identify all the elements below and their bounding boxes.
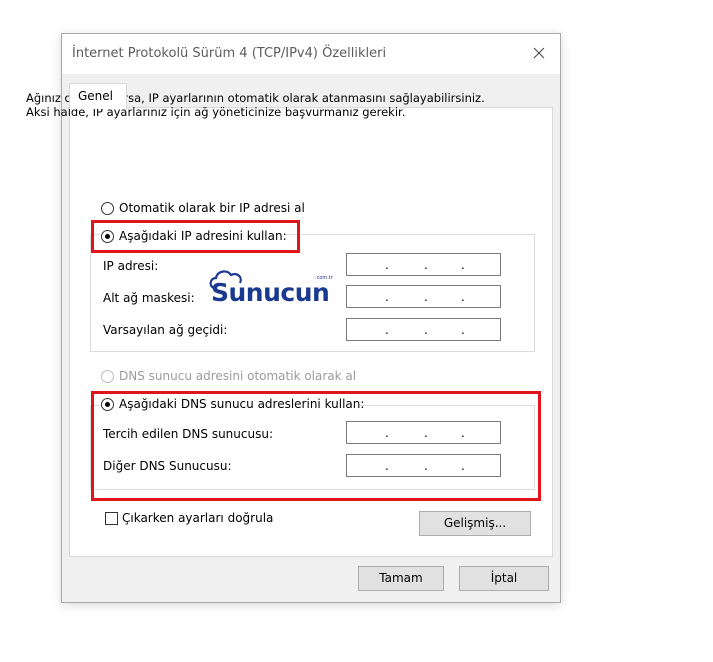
subnet-mask-field[interactable]: . . . bbox=[346, 285, 501, 308]
ip-separator: . bbox=[424, 323, 428, 337]
tab-general-label: Genel bbox=[78, 89, 114, 103]
ip-auto-label: Otomatik olarak bir IP adresi al bbox=[119, 201, 305, 215]
dns-auto-radio[interactable] bbox=[101, 370, 114, 383]
validate-checkbox[interactable] bbox=[105, 512, 118, 525]
close-icon[interactable] bbox=[530, 44, 548, 62]
tab-general[interactable]: Genel bbox=[69, 83, 127, 109]
advanced-button[interactable]: Gelişmiş... bbox=[419, 511, 531, 536]
subnet-mask-label: Alt ağ maskesi: bbox=[103, 291, 195, 305]
default-gateway-label: Varsayılan ağ geçidi: bbox=[103, 323, 228, 337]
ip-separator: . bbox=[385, 258, 389, 272]
dialog-title: İnternet Protokolü Sürüm 4 (TCP/IPv4) Öz… bbox=[72, 46, 387, 61]
default-gateway-field[interactable]: . . . bbox=[346, 318, 501, 341]
ip-auto-radio[interactable] bbox=[101, 202, 114, 215]
title-bar: İnternet Protokolü Sürüm 4 (TCP/IPv4) Öz… bbox=[62, 34, 560, 74]
cancel-button[interactable]: İptal bbox=[459, 566, 549, 591]
ip-manual-highlight bbox=[91, 220, 300, 253]
ip-separator: . bbox=[424, 258, 428, 272]
ip-separator: . bbox=[461, 290, 465, 304]
watermark-logo: Sunucun .com.tr bbox=[203, 264, 348, 310]
ip-separator: . bbox=[385, 323, 389, 337]
ip-separator: . bbox=[424, 290, 428, 304]
ip-address-label: IP adresi: bbox=[103, 259, 159, 273]
ip-separator: . bbox=[461, 258, 465, 272]
ip-separator: . bbox=[385, 290, 389, 304]
ip-address-field[interactable]: . . . bbox=[346, 253, 501, 276]
dns-auto-label: DNS sunucu adresini otomatik olarak al bbox=[119, 369, 357, 383]
watermark-domain: .com.tr bbox=[315, 275, 333, 281]
ok-button[interactable]: Tamam bbox=[358, 566, 444, 591]
dns-manual-highlight bbox=[91, 391, 541, 501]
validate-label: Çıkarken ayarları doğrula bbox=[122, 511, 274, 525]
watermark-text: Sunucun bbox=[211, 278, 330, 307]
ip-separator: . bbox=[461, 323, 465, 337]
